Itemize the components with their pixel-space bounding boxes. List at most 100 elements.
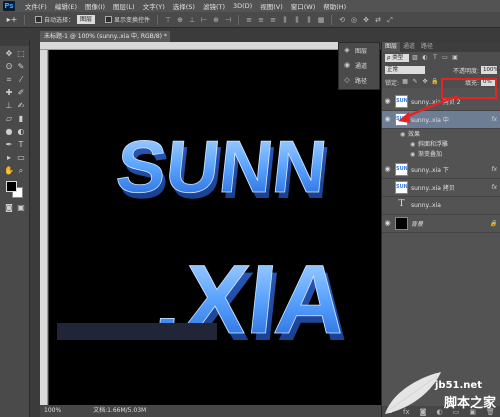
fx-badge[interactable]: fx: [491, 166, 497, 173]
filter-smart-icon[interactable]: ▣: [451, 54, 459, 62]
pen-tool-icon[interactable]: ✒: [3, 139, 15, 150]
3d-slide-icon[interactable]: ⇄: [373, 15, 383, 25]
marquee-tool-icon[interactable]: ⬚: [15, 48, 27, 59]
blur-tool-icon[interactable]: ●: [3, 126, 15, 137]
move-tool-icon[interactable]: ✥: [3, 48, 15, 59]
menu-filter[interactable]: 滤镜(T): [199, 1, 229, 11]
document-tab[interactable]: 未标题-1 @ 100% (sunny..xia 中, RGB/8) *: [40, 31, 170, 42]
menu-file[interactable]: 文件(F): [21, 1, 51, 11]
menu-edit[interactable]: 编辑(E): [51, 1, 81, 11]
blend-mode-dropdown[interactable]: 正常: [385, 66, 425, 74]
document-canvas[interactable]: SUNN SUNN .XIA .XIA: [49, 50, 382, 405]
align-center-icon[interactable]: ⊕: [211, 15, 221, 25]
distribute-middle-icon[interactable]: ≡: [256, 15, 266, 25]
zoom-tool-icon[interactable]: ⌕: [15, 165, 27, 176]
menu-image[interactable]: 图像(I): [81, 1, 109, 11]
layer-row[interactable]: ◉ SUN sunny..xia 下 fx: [382, 161, 500, 179]
align-top-icon[interactable]: ⊤: [163, 15, 173, 25]
lock-position-icon[interactable]: ✥: [421, 78, 429, 86]
layer-row[interactable]: ◉ 背景 🔒: [382, 215, 500, 233]
brush-tool-icon[interactable]: ✐: [15, 87, 27, 98]
quick-select-tool-icon[interactable]: ✎: [15, 61, 27, 72]
lock-image-icon[interactable]: ✎: [411, 78, 419, 86]
mini-panel-paths[interactable]: ◇ 路径: [339, 73, 379, 88]
menu-view[interactable]: 视图(V): [256, 1, 287, 11]
auto-align-icon[interactable]: ▦: [316, 15, 326, 25]
foreground-color-swatch[interactable]: [6, 181, 17, 192]
3d-rotate-icon[interactable]: ⟲: [337, 15, 347, 25]
mini-panel-layers[interactable]: ◈ 图层: [339, 43, 379, 58]
eye-icon[interactable]: ◉: [410, 150, 418, 160]
eraser-tool-icon[interactable]: ▱: [3, 113, 15, 124]
eye-icon[interactable]: ◉: [382, 218, 393, 229]
eye-icon[interactable]: ◉: [382, 114, 393, 125]
dodge-tool-icon[interactable]: ◐: [15, 126, 27, 137]
menu-select[interactable]: 选择(S): [169, 1, 199, 11]
opacity-field[interactable]: 100%: [481, 66, 499, 74]
mini-panel-channels[interactable]: ◉ 通道: [339, 58, 379, 73]
history-brush-tool-icon[interactable]: ✍: [15, 100, 27, 111]
show-transform-checkbox[interactable]: [105, 16, 113, 23]
clone-stamp-tool-icon[interactable]: ⊥: [3, 100, 15, 111]
distribute-top-icon[interactable]: ≡: [244, 15, 254, 25]
fx-badge[interactable]: fx: [491, 184, 497, 191]
menu-layer[interactable]: 图层(L): [109, 1, 139, 11]
gradient-tool-icon[interactable]: ▮: [15, 113, 27, 124]
filter-kind-dropdown[interactable]: ρ 类型: [385, 54, 409, 62]
menu-type[interactable]: 文字(Y): [139, 1, 169, 11]
crop-tool-icon[interactable]: ⌗: [3, 74, 15, 85]
effect-bevel-row[interactable]: ◉ 斜面和浮雕: [410, 140, 448, 150]
distribute-left-icon[interactable]: ⫼: [280, 15, 290, 25]
lock-transparent-icon[interactable]: ▦: [401, 78, 409, 86]
layer-row[interactable]: ◉ SUN sunny..xia 中 fx: [382, 111, 500, 129]
3d-scale-icon[interactable]: ⤢: [385, 15, 395, 25]
eye-icon[interactable]: ◉: [410, 140, 418, 150]
tools-panel-header[interactable]: [0, 40, 29, 46]
screen-mode-icon[interactable]: ▣: [15, 202, 27, 213]
layer-row[interactable]: T sunny..xia: [382, 197, 500, 215]
separator: [24, 14, 25, 25]
align-left-icon[interactable]: ⊢: [199, 15, 209, 25]
3d-drag-icon[interactable]: ✥: [361, 15, 371, 25]
menu-window[interactable]: 窗口(W): [287, 1, 320, 11]
eyedropper-tool-icon[interactable]: ⁄: [15, 74, 27, 85]
align-right-icon[interactable]: ⊣: [223, 15, 233, 25]
shape-tool-icon[interactable]: ▭: [15, 152, 27, 163]
tab-layers[interactable]: 图层: [382, 42, 401, 52]
3d-roll-icon[interactable]: ◎: [349, 15, 359, 25]
eye-icon[interactable]: [382, 182, 393, 193]
zoom-level[interactable]: 100%: [44, 407, 61, 414]
eye-icon[interactable]: ◉: [382, 96, 393, 107]
eye-icon[interactable]: ◉: [400, 130, 408, 140]
menu-help[interactable]: 帮助(H): [319, 1, 350, 11]
lock-all-icon[interactable]: 🔒: [431, 78, 439, 86]
tab-paths[interactable]: 路径: [418, 42, 436, 52]
tab-channels[interactable]: 通道: [400, 42, 418, 52]
auto-select-dropdown[interactable]: 图层: [77, 15, 96, 24]
filter-adjust-icon[interactable]: ◐: [421, 54, 429, 62]
distribute-bottom-icon[interactable]: ≡: [268, 15, 278, 25]
type-tool-icon[interactable]: T: [15, 139, 27, 150]
distribute-center-icon[interactable]: ⫼: [292, 15, 302, 25]
lasso-tool-icon[interactable]: ʘ: [3, 61, 15, 72]
auto-select-checkbox[interactable]: [35, 16, 42, 23]
effects-row[interactable]: ◉ 效果: [400, 130, 420, 140]
filter-type-icon[interactable]: T: [431, 54, 439, 62]
menu-3d[interactable]: 3D(D): [229, 2, 256, 10]
filter-pixel-icon[interactable]: ▨: [411, 54, 419, 62]
fx-badge[interactable]: fx: [491, 116, 497, 123]
effect-gradient-row[interactable]: ◉ 渐变叠加: [410, 150, 442, 160]
align-bottom-icon[interactable]: ⊥: [187, 15, 197, 25]
eye-icon[interactable]: [382, 200, 393, 211]
path-select-tool-icon[interactable]: ▸: [3, 152, 15, 163]
distribute-right-icon[interactable]: ⫼: [304, 15, 314, 25]
filter-shape-icon[interactable]: ▭: [441, 54, 449, 62]
layer-row[interactable]: SUN sunny..xia 拷贝 fx: [382, 179, 500, 197]
quick-mask-icon[interactable]: ◙: [3, 202, 15, 213]
healing-brush-tool-icon[interactable]: ✚: [3, 87, 15, 98]
hand-tool-icon[interactable]: ✋: [3, 165, 15, 176]
move-tool-icon[interactable]: ▸+: [4, 14, 20, 26]
align-middle-icon[interactable]: ⊕: [175, 15, 185, 25]
eye-icon[interactable]: ◉: [382, 164, 393, 175]
layer-name: 背景: [411, 221, 424, 228]
